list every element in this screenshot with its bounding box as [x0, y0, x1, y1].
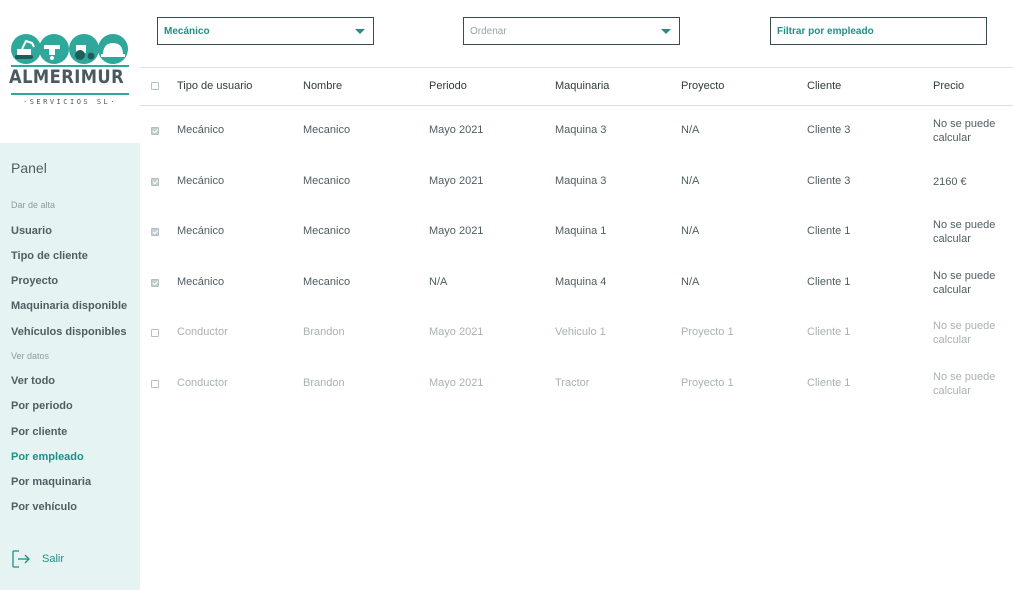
- logo-divider: [11, 93, 129, 95]
- cell-nombre: Mecanico: [303, 225, 351, 237]
- cell-precio: No se puede calcular: [933, 219, 996, 245]
- row-checkbox[interactable]: [151, 379, 159, 388]
- cell-cliente: Cliente 1: [807, 376, 851, 389]
- cell-maquinaria: Vehiculo 1: [555, 326, 606, 338]
- cell-nombre: Mecanico: [303, 124, 351, 136]
- sidebar-item-proyecto[interactable]: Proyecto: [11, 275, 58, 287]
- cell-tipo: Conductor: [177, 326, 228, 338]
- header-tipo-de-usuario[interactable]: Tipo de usuario: [177, 80, 252, 92]
- cell-periodo: N/A: [429, 275, 448, 288]
- cell-proyecto: Proyecto 1: [681, 326, 734, 338]
- cell-tipo: Mecánico: [177, 174, 225, 187]
- cell-periodo: Mayo 2021: [429, 376, 484, 389]
- table-row[interactable]: Mecánico Mecanico N/A Maquina 4 N/A Cliente 1…: [140, 258, 1013, 309]
- header-maquinaria[interactable]: Maquinaria: [555, 80, 609, 92]
- section-label-dar-de-alta: Dar de alta: [11, 200, 56, 210]
- cell-periodo: Mayo 2021: [429, 326, 484, 338]
- sidebar-item-por-vehiculo[interactable]: Por vehículo: [11, 501, 77, 513]
- cell-proyecto: N/A: [681, 174, 700, 187]
- header-precio[interactable]: Precio: [933, 80, 964, 92]
- cell-cliente: Cliente 1: [807, 326, 851, 338]
- cell-cliente: Cliente 1: [807, 275, 851, 288]
- header-nombre[interactable]: Nombre: [303, 80, 342, 92]
- cell-nombre: Mecanico: [303, 275, 351, 288]
- brand-subtitle: ·SERVICIOS SL·: [22, 98, 117, 106]
- table-row[interactable]: Mecánico Mecanico Mayo 2021 Maquina 3 N/A Cli…: [140, 157, 1013, 208]
- row-checkbox[interactable]: [151, 278, 159, 287]
- cell-periodo: Mayo 2021: [429, 124, 484, 136]
- sidebar: ALMERIMUR ·SERVICIOS SL· Panel Dar de al…: [0, 0, 140, 590]
- role-select-value: Mecánico: [164, 25, 210, 37]
- cell-periodo: Mayo 2021: [429, 174, 484, 187]
- sidebar-item-ver-todo[interactable]: Ver todo: [11, 375, 55, 387]
- brand-name: ALMERIMUR: [9, 66, 125, 88]
- table-row[interactable]: Mecánico Mecanico Mayo 2021 Maquina 1 N/A Cli…: [140, 207, 1013, 258]
- cell-maquinaria: Maquina 1: [555, 225, 607, 237]
- sidebar-item-por-periodo[interactable]: Por periodo: [11, 400, 73, 412]
- logout-icon: [12, 550, 30, 568]
- app: ALMERIMUR ·SERVICIOS SL· Panel Dar de al…: [0, 0, 1013, 590]
- cell-tipo: Mecánico: [177, 124, 225, 136]
- cell-maquinaria: Maquina 3: [555, 124, 607, 136]
- header-periodo[interactable]: Periodo: [429, 80, 467, 92]
- cell-proyecto: N/A: [681, 124, 700, 136]
- sidebar-item-maquinaria-disponible[interactable]: Maquinaria disponible: [11, 300, 127, 312]
- sidebar-item-vehiculos-disponibles[interactable]: Vehículos disponibles: [11, 326, 127, 338]
- cell-periodo: Mayo 2021: [429, 225, 484, 237]
- order-select[interactable]: Ordenar: [463, 17, 680, 45]
- select-all-checkbox[interactable]: [151, 82, 159, 90]
- cell-cliente: Cliente 1: [807, 225, 851, 237]
- cell-nombre: Brandon: [303, 326, 345, 338]
- cell-proyecto: N/A: [681, 225, 700, 237]
- cell-cliente: Cliente 3: [807, 124, 851, 136]
- cell-cliente: Cliente 3: [807, 174, 851, 187]
- cell-precio: 2160 €: [933, 175, 967, 188]
- sidebar-menu: Panel Dar de alta Usuario Tipo de client…: [0, 143, 140, 590]
- table-header: Tipo de usuario Nombre Periodo Maquinari…: [140, 68, 1013, 106]
- cell-nombre: Mecanico: [303, 174, 351, 187]
- row-checkbox[interactable]: [151, 127, 159, 135]
- cell-proyecto: N/A: [681, 275, 700, 288]
- sidebar-item-usuario[interactable]: Usuario: [11, 225, 52, 237]
- cell-maquinaria: Maquina 4: [555, 275, 607, 288]
- logo: ALMERIMUR ·SERVICIOS SL·: [0, 0, 140, 143]
- cell-nombre: Brandon: [303, 376, 345, 389]
- cell-proyecto: Proyecto 1: [681, 376, 734, 389]
- table-row[interactable]: Conductor Brandon Mayo 2021 Tractor Proyecto…: [140, 359, 1013, 410]
- employee-filter-input[interactable]: Filtrar por empleado: [770, 17, 987, 45]
- data-table: Tipo de usuario Nombre Periodo Maquinari…: [140, 68, 1013, 409]
- table-row[interactable]: Mecánico Mecanico Mayo 2021 Maquina 3 N/A Cli…: [140, 106, 1013, 157]
- cell-precio: No se puede calcular: [933, 118, 996, 144]
- row-checkbox[interactable]: [151, 177, 159, 186]
- section-label-ver-datos: Ver datos: [11, 351, 50, 361]
- table-row[interactable]: Conductor Brandon Mayo 2021 Vehiculo 1 Proye…: [140, 308, 1013, 359]
- role-select[interactable]: Mecánico: [157, 17, 374, 45]
- logout-label: Salir: [42, 553, 65, 565]
- cell-tipo: Mecánico: [177, 225, 225, 237]
- panel-title: Panel: [11, 160, 47, 176]
- order-select-placeholder: Ordenar: [470, 25, 507, 37]
- sidebar-item-por-maquinaria[interactable]: Por maquinaria: [11, 476, 91, 488]
- sidebar-item-por-empleado[interactable]: Por empleado: [11, 451, 84, 463]
- logo-machinery-icon: [11, 34, 128, 64]
- logout-button[interactable]: Salir: [11, 548, 64, 570]
- employee-filter-value: Filtrar por empleado: [777, 25, 874, 37]
- cell-precio: No se puede calcular: [933, 269, 996, 296]
- cell-precio: No se puede calcular: [933, 320, 996, 346]
- header-proyecto[interactable]: Proyecto: [681, 80, 724, 92]
- cell-precio: No se puede calcular: [933, 370, 996, 397]
- chevron-down-icon: [355, 29, 365, 34]
- cell-maquinaria: Tractor: [555, 376, 590, 389]
- row-checkbox[interactable]: [151, 228, 159, 236]
- row-checkbox[interactable]: [151, 329, 159, 337]
- cell-tipo: Conductor: [177, 376, 228, 389]
- sidebar-item-tipo-de-cliente[interactable]: Tipo de cliente: [11, 250, 88, 262]
- chevron-down-icon: [661, 29, 671, 34]
- table-body: Mecánico Mecanico Mayo 2021 Maquina 3 N/A Cli…: [140, 106, 1013, 409]
- cell-tipo: Mecánico: [177, 275, 225, 288]
- header-cliente[interactable]: Cliente: [807, 80, 841, 92]
- cell-maquinaria: Maquina 3: [555, 174, 607, 187]
- sidebar-item-por-cliente[interactable]: Por cliente: [11, 426, 67, 438]
